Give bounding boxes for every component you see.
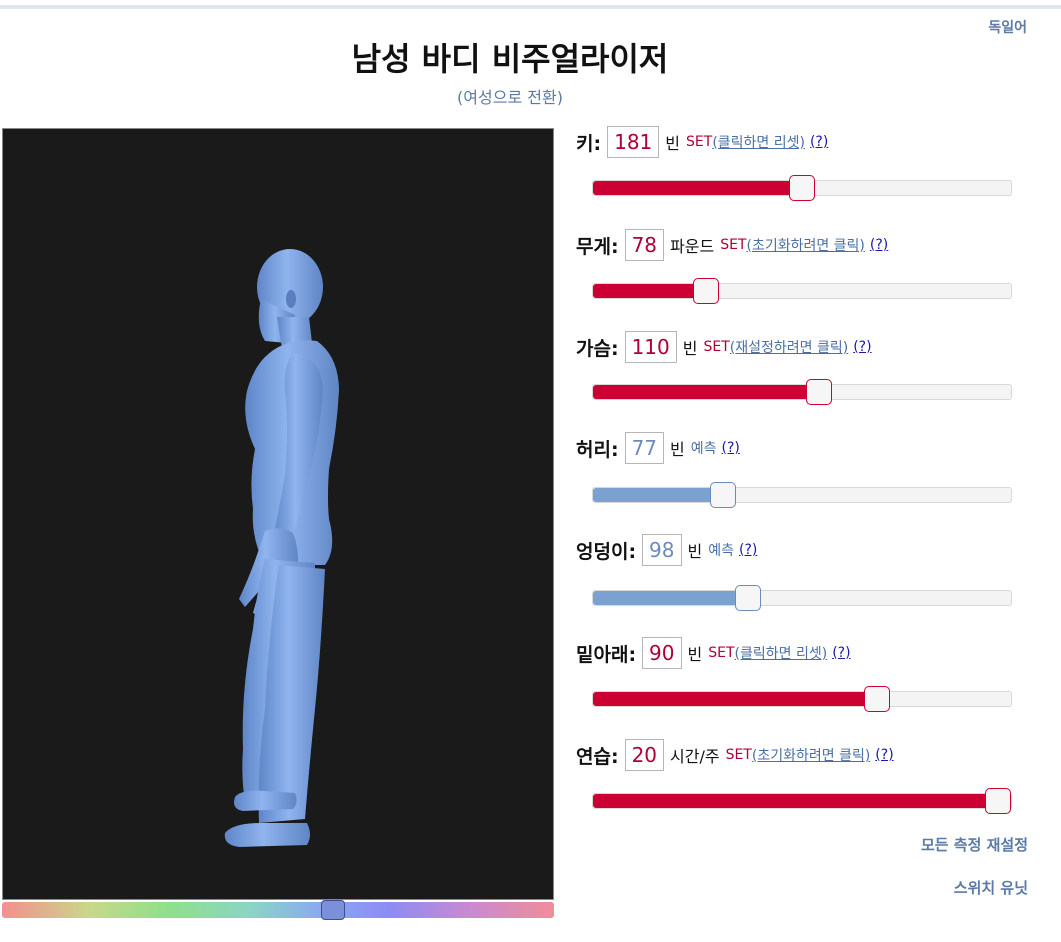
measurement-height: 키: 181 빈 SET (클릭하면 리셋) (?) <box>576 124 828 160</box>
hips-input[interactable]: 98 <box>642 534 682 566</box>
hips-status: 예측 <box>708 543 734 559</box>
measurement-inseam: 밑아래: 90 빈 SET (클릭하면 리셋) (?) <box>576 635 851 671</box>
switch-gender-link[interactable]: (여성으로 전환) <box>0 84 1020 108</box>
color-slider-thumb[interactable] <box>321 900 346 920</box>
exercise-slider-fill <box>593 794 998 808</box>
chest-slider-fill <box>593 385 819 399</box>
weight-slider-thumb[interactable] <box>692 278 719 304</box>
inseam-slider-thumb[interactable] <box>864 686 891 712</box>
waist-slider[interactable] <box>592 482 1012 508</box>
inseam-reset-link[interactable]: (클릭하면 리셋) <box>735 643 828 663</box>
measurement-label: 키: <box>576 132 602 155</box>
chest-unit: 빈 <box>682 339 698 358</box>
body-3d-viewer[interactable] <box>2 128 554 900</box>
measurement-waist: 허리: 77 빈 예측 (?) <box>576 430 740 466</box>
measurement-label: 허리: <box>576 438 619 461</box>
color-slider[interactable] <box>2 900 554 920</box>
inseam-unit: 빈 <box>687 645 703 664</box>
height-slider-fill <box>593 181 802 195</box>
hips-help-link[interactable]: (?) <box>739 542 757 558</box>
exercise-slider[interactable] <box>592 788 1012 814</box>
weight-unit: 파운드 <box>670 237 715 256</box>
inseam-slider-fill <box>593 692 878 706</box>
weight-slider[interactable] <box>592 278 1012 304</box>
page-title: 남성 바디 비주얼라이저 <box>351 40 669 78</box>
hips-slider[interactable] <box>592 585 1012 611</box>
reset-all-button[interactable]: 모든 측정 재설정 <box>921 834 1028 855</box>
exercise-reset-link[interactable]: (초기화하려면 클릭) <box>752 745 870 765</box>
weight-input[interactable]: 78 <box>624 229 665 261</box>
chest-input[interactable]: 110 <box>624 331 677 363</box>
height-slider[interactable] <box>592 175 1012 201</box>
chest-slider[interactable] <box>592 379 1012 405</box>
exercise-unit: 시간/주 <box>670 747 720 766</box>
chest-help-link[interactable]: (?) <box>853 339 871 355</box>
weight-status: SET <box>720 237 747 253</box>
height-input[interactable]: 181 <box>607 126 660 158</box>
chest-reset-link[interactable]: (재설정하려면 클릭) <box>730 337 848 357</box>
waist-slider-thumb[interactable] <box>709 482 736 508</box>
waist-help-link[interactable]: (?) <box>722 440 740 456</box>
exercise-slider-thumb[interactable] <box>985 788 1011 814</box>
waist-status: 예측 <box>690 441 717 457</box>
exercise-input[interactable]: 20 <box>624 739 665 771</box>
chest-status: SET <box>703 339 730 355</box>
body-model-figure <box>224 249 339 847</box>
inseam-input[interactable]: 90 <box>642 637 682 669</box>
top-border <box>0 5 1061 9</box>
waist-unit: 빈 <box>670 440 685 459</box>
height-reset-link[interactable]: (클릭하면 리셋) <box>712 132 805 152</box>
exercise-status: SET <box>725 747 752 763</box>
measurement-label: 밑아래: <box>576 643 637 666</box>
hips-slider-thumb[interactable] <box>734 585 761 611</box>
hips-unit: 빈 <box>687 542 703 561</box>
measurement-weight: 무게: 78 파운드 SET (초기화하려면 클릭) (?) <box>576 227 888 263</box>
measurement-label: 무게: <box>576 235 619 258</box>
waist-input[interactable]: 77 <box>624 432 665 464</box>
measurement-exercise: 연습: 20 시간/주 SET (초기화하려면 클릭) (?) <box>576 737 894 773</box>
inseam-slider[interactable] <box>592 686 1012 712</box>
height-unit: 빈 <box>665 134 681 153</box>
weight-reset-link[interactable]: (초기화하려면 클릭) <box>746 235 864 255</box>
measurement-label: 엉덩이: <box>576 540 637 563</box>
waist-slider-fill <box>593 488 723 502</box>
weight-help-link[interactable]: (?) <box>870 237 888 253</box>
height-slider-thumb[interactable] <box>789 175 815 201</box>
inseam-status: SET <box>708 645 735 661</box>
measurement-label: 연습: <box>576 745 619 768</box>
chest-slider-thumb[interactable] <box>805 379 832 405</box>
exercise-help-link[interactable]: (?) <box>875 747 893 763</box>
height-help-link[interactable]: (?) <box>810 134 828 150</box>
height-status: SET <box>686 134 713 150</box>
switch-units-button[interactable]: 스위치 유닛 <box>954 877 1028 898</box>
hips-slider-fill <box>593 591 748 605</box>
inseam-help-link[interactable]: (?) <box>832 645 850 661</box>
measurement-label: 가슴: <box>576 337 619 360</box>
weight-slider-fill <box>593 284 706 298</box>
measurement-chest: 가슴: 110 빈 SET (재설정하려면 클릭) (?) <box>576 329 872 365</box>
measurement-hips: 엉덩이: 98 빈 예측 (?) <box>576 532 757 568</box>
